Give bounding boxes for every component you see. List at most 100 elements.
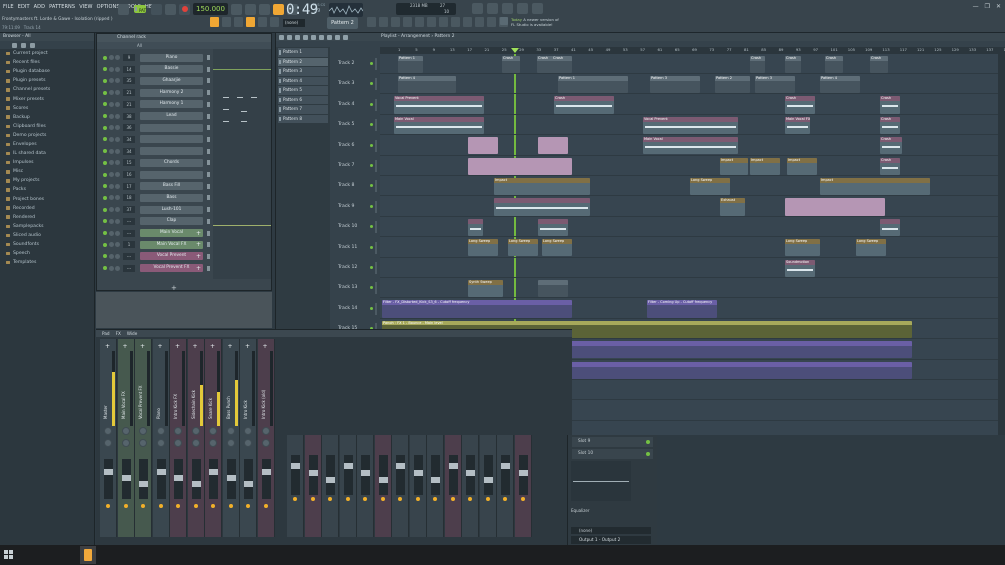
pan-knob[interactable] [121, 427, 130, 435]
browser-item[interactable]: Speech [0, 249, 94, 258]
channel-mute-led-icon[interactable] [103, 242, 107, 247]
channel-pan-knob[interactable] [109, 183, 114, 189]
pan-knob[interactable] [261, 427, 270, 435]
fader-handle[interactable] [361, 470, 370, 476]
channel-mute-led-icon[interactable] [103, 266, 107, 271]
mixer-tab-wide[interactable]: Wide [127, 330, 137, 337]
channel-mute-led-icon[interactable] [103, 67, 107, 72]
browser-item[interactable]: Project bones [0, 195, 94, 204]
fader-handle[interactable] [308, 470, 318, 476]
send-icon[interactable] [398, 497, 402, 501]
channel-row[interactable]: 18 Bass [97, 192, 273, 203]
channel-row[interactable]: 34 [97, 134, 273, 145]
playlist-clip[interactable]: Crash [552, 55, 572, 73]
playlist-clip[interactable]: Impact [820, 177, 930, 196]
play-button[interactable] [151, 3, 162, 15]
channel-mixer-track[interactable]: 9 [123, 54, 135, 61]
channel-select-icon[interactable] [207, 125, 210, 131]
track-lane[interactable] [380, 258, 1005, 278]
mixer-strip[interactable] [479, 435, 497, 537]
fader-handle[interactable] [431, 477, 440, 483]
channel-name-button[interactable]: Ghaarjie [140, 76, 203, 85]
window-tool-10[interactable] [475, 17, 484, 27]
zoom-tool-icon[interactable] [335, 34, 340, 40]
mode-select[interactable]: (none) [283, 19, 305, 27]
stereo-knob[interactable] [104, 439, 112, 447]
playlist-clip[interactable]: Crash [785, 55, 801, 73]
playlist-clip[interactable]: Crash [785, 96, 815, 114]
mixer-tab-pad[interactable]: Pad [102, 330, 110, 337]
draw-tool-icon[interactable] [279, 34, 284, 40]
browser-item[interactable]: IL shared data [0, 149, 94, 158]
volume-fader[interactable] [174, 459, 183, 499]
track-mute-led-icon[interactable] [370, 164, 373, 167]
step-edit-icon[interactable] [272, 3, 284, 15]
channel-mixer-track[interactable]: 21 [123, 100, 135, 108]
paint-tool-icon[interactable] [287, 34, 292, 40]
channel-row[interactable]: 36 [97, 122, 273, 133]
channel-pan-knob[interactable] [109, 113, 114, 119]
channel-select-icon[interactable] [207, 55, 210, 60]
volume-fader[interactable] [291, 455, 300, 495]
volume-fader[interactable] [378, 455, 388, 495]
fader-handle[interactable] [326, 477, 335, 483]
playlist-clip[interactable]: Pattern 2 [715, 75, 750, 94]
channel-mixer-track[interactable]: 35 [123, 77, 135, 85]
fader-handle[interactable] [244, 481, 253, 487]
channel-pan-knob[interactable] [109, 55, 114, 60]
channel-row[interactable]: --- Main Vocal + [97, 228, 273, 239]
window-tool-7[interactable] [439, 17, 448, 27]
channel-mute-led-icon[interactable] [103, 231, 107, 235]
pattern-item[interactable]: Pattern 7 [278, 105, 328, 114]
track-header[interactable]: Track 8 [332, 176, 377, 196]
menu-view[interactable]: VIEW [79, 4, 92, 10]
pan-knob[interactable] [104, 427, 112, 435]
record-button[interactable] [179, 3, 190, 15]
track-header[interactable]: Track 10 [332, 217, 377, 237]
render-icon[interactable] [472, 3, 483, 14]
channel-rack-icon[interactable] [246, 17, 255, 27]
channel-row[interactable]: --- Vocal Prevent + [97, 251, 273, 262]
mixer-strip[interactable] [462, 435, 479, 537]
news-icon[interactable] [500, 17, 508, 25]
send-icon[interactable] [106, 504, 110, 508]
news-panel[interactable]: Today A newer version of FL Studio is av… [511, 17, 559, 28]
playlist-clip[interactable]: Pattern 1 [558, 75, 628, 94]
channel-mute-led-icon[interactable] [103, 195, 107, 200]
channel-mixer-track[interactable]: 34 [123, 135, 135, 143]
playlist-clip[interactable]: Crash [870, 55, 888, 73]
mute-tool-icon[interactable] [303, 34, 308, 40]
mixer-strip[interactable] [392, 435, 409, 537]
channel-name-button[interactable] [140, 147, 203, 156]
channel-select-icon[interactable] [207, 78, 210, 84]
pan-knob[interactable] [244, 427, 252, 435]
channel-select-icon[interactable] [207, 230, 210, 236]
window-tool-3[interactable] [391, 17, 400, 27]
channel-name-button[interactable]: Bassie [140, 65, 203, 74]
mixer-tab-fx[interactable]: FX [116, 330, 121, 337]
playlist-clip[interactable]: Crash [880, 116, 900, 135]
add-icon[interactable]: + [193, 343, 198, 350]
track-mute-led-icon[interactable] [370, 82, 373, 86]
channel-mute-led-icon[interactable] [103, 55, 107, 60]
channel-pan-knob[interactable] [109, 101, 114, 107]
playlist-clip[interactable]: Crash [825, 55, 843, 73]
delete-tool-icon[interactable] [295, 34, 300, 40]
playlist-clip[interactable]: Pattern 3 [755, 75, 795, 94]
browser-item[interactable]: Envelopes [0, 140, 94, 149]
channel-name-button[interactable]: Lead [140, 112, 203, 120]
channel-volume-knob[interactable] [115, 172, 120, 177]
window-tool-1[interactable] [367, 17, 376, 27]
volume-fader[interactable] [121, 459, 131, 499]
volume-fader[interactable] [308, 455, 318, 495]
channel-mixer-track[interactable]: 18 [123, 194, 135, 202]
channel-volume-knob[interactable] [115, 125, 120, 131]
browser-item[interactable]: Demo projects [0, 131, 94, 140]
add-icon[interactable]: + [158, 343, 163, 350]
playlist-clip[interactable]: Long Sweep [785, 239, 820, 257]
browser-item[interactable]: Samplepacks [0, 222, 94, 231]
browser-item[interactable]: Plugin database [0, 67, 94, 76]
playhead-marker-icon[interactable] [511, 48, 519, 53]
playlist-clip[interactable]: Crash [750, 55, 765, 73]
send-icon[interactable] [293, 497, 297, 501]
